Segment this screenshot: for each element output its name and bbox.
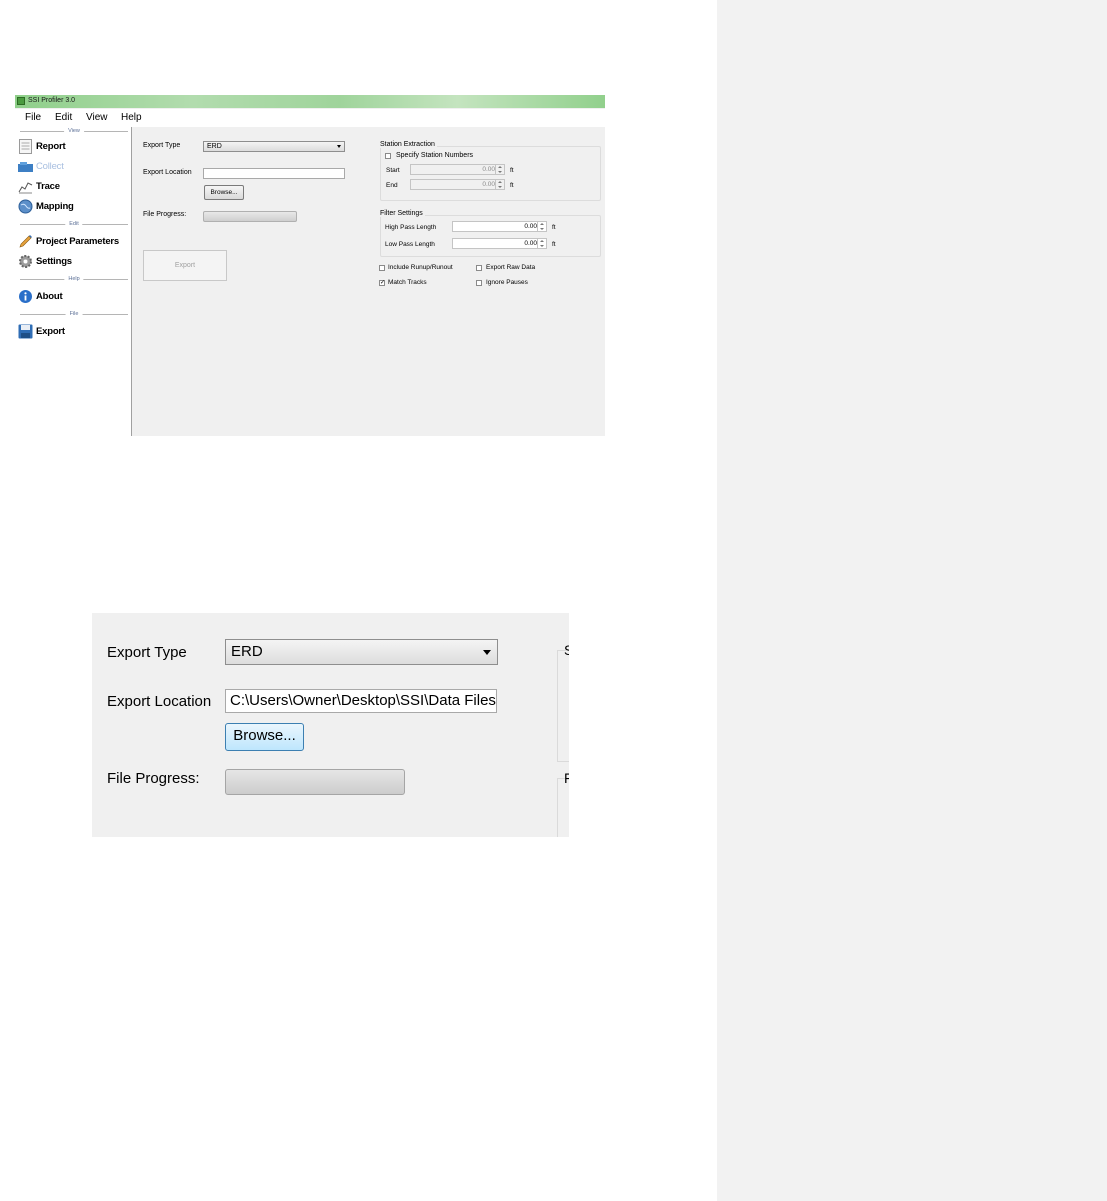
zoom-station-group-edge (557, 650, 569, 762)
file-progress-label: File Progress: (143, 211, 187, 218)
include-runup-checkbox[interactable] (379, 265, 385, 271)
ignore-pauses-label: Ignore Pauses (486, 279, 528, 286)
pencil-icon (19, 235, 32, 248)
low-pass-unit: ft (552, 241, 556, 248)
end-label: End (386, 182, 398, 189)
sidebar-item-label: Project Parameters (36, 236, 120, 247)
export-raw-data-checkbox[interactable] (476, 265, 482, 271)
ignore-pauses-checkbox[interactable] (476, 280, 482, 286)
sidebar-item-label: Mapping (36, 201, 74, 212)
export-type-label: Export Type (143, 142, 181, 149)
menu-bar: File Edit View Help (15, 109, 605, 127)
menu-file[interactable]: File (25, 112, 41, 123)
zoom-export-type-dropdown[interactable]: ERD (225, 639, 498, 665)
match-tracks-label: Match Tracks (388, 279, 427, 286)
low-pass-label: Low Pass Length (385, 241, 435, 248)
sidebar-item-export[interactable]: Export (18, 323, 128, 341)
zoomed-export-screenshot: Export Type ERD Export Location C:\Users… (92, 613, 569, 837)
section-separator-file: File (20, 310, 128, 319)
sidebar-item-label: Trace (36, 181, 60, 192)
app-icon (17, 97, 25, 105)
file-progress-bar (203, 211, 297, 222)
floppy-disk-icon (18, 324, 33, 339)
sidebar-item-label: Collect (36, 161, 64, 172)
menu-help[interactable]: Help (121, 112, 142, 123)
app-window-screenshot: SSI Profiler 3.0 File Edit View Help Vie… (15, 95, 605, 436)
zoom-export-location-input[interactable]: C:\Users\Owner\Desktop\SSI\Data Files\F (225, 689, 497, 713)
title-bar: SSI Profiler 3.0 (15, 95, 605, 108)
station-extraction-title: Station Extraction (380, 141, 437, 148)
section-separator-help: Help (20, 275, 128, 284)
export-location-label: Export Location (143, 169, 192, 176)
section-separator-view: View (20, 127, 128, 136)
high-pass-spinner[interactable]: 0.00 (452, 221, 547, 232)
filter-settings-title: Filter Settings (380, 210, 425, 217)
collect-icon (18, 162, 33, 172)
specify-station-numbers-checkbox[interactable] (385, 153, 391, 159)
low-pass-spinner[interactable]: 0.00 (452, 238, 547, 249)
sidebar-item-label: About (36, 291, 63, 302)
menu-view[interactable]: View (86, 112, 108, 123)
section-separator-edit: Edit (20, 220, 128, 229)
start-spinner: 0.00 (410, 164, 505, 175)
sidebar-item-label: Export (36, 326, 65, 337)
match-tracks-checkbox[interactable]: ✓ (379, 280, 385, 286)
export-type-dropdown[interactable]: ERD (203, 141, 345, 152)
include-runup-label: Include Runup/Runout (388, 264, 453, 271)
sidebar-item-mapping[interactable]: Mapping (18, 198, 128, 216)
export-button[interactable]: Export (143, 250, 227, 281)
sidebar-item-about[interactable]: About (18, 288, 128, 306)
side-panel (717, 0, 1107, 1201)
zoom-export-location-label: Export Location (107, 693, 212, 710)
export-location-input[interactable] (203, 168, 345, 179)
chevron-down-icon (337, 145, 341, 148)
export-panel: Export Type ERD Export Location Browse..… (132, 127, 605, 436)
high-pass-label: High Pass Length (385, 224, 437, 231)
sidebar-item-label: Report (36, 141, 66, 152)
report-icon (19, 139, 32, 154)
sidebar-item-settings[interactable]: Settings (18, 253, 128, 271)
menu-edit[interactable]: Edit (55, 112, 72, 123)
zoom-export-type-label: Export Type (107, 644, 187, 661)
trace-chart-icon (18, 182, 33, 194)
info-icon (19, 290, 32, 303)
sidebar-item-trace[interactable]: Trace (18, 178, 128, 196)
end-spinner: 0.00 (410, 179, 505, 190)
gear-icon (19, 255, 32, 268)
start-label: Start (386, 167, 400, 174)
chevron-down-icon (483, 650, 491, 655)
zoom-edge-char-s: S (564, 642, 569, 658)
sidebar-item-label: Settings (36, 256, 72, 267)
spin-arrows-icon (495, 165, 504, 174)
sidebar-item-collect[interactable]: Collect (18, 158, 128, 176)
spin-arrows-icon (537, 239, 546, 248)
end-unit: ft (510, 182, 514, 189)
zoom-browse-button[interactable]: Browse... (225, 723, 304, 751)
zoom-file-progress-bar (225, 769, 405, 795)
sidebar-item-project-parameters[interactable]: Project Parameters (18, 233, 128, 251)
spin-arrows-icon (537, 222, 546, 231)
export-raw-data-label: Export Raw Data (486, 264, 536, 271)
zoom-filter-group-edge (557, 778, 569, 837)
sidebar-item-report[interactable]: Report (18, 138, 128, 156)
zoom-edge-char-f: F (564, 770, 569, 786)
globe-icon (18, 199, 33, 214)
window-title: SSI Profiler 3.0 (28, 97, 76, 104)
spin-arrows-icon (495, 180, 504, 189)
high-pass-unit: ft (552, 224, 556, 231)
specify-station-numbers-label: Specify Station Numbers (396, 152, 474, 159)
zoom-file-progress-label: File Progress: (107, 770, 200, 787)
start-unit: ft (510, 167, 514, 174)
sidebar: View Report Collect Trace Mapping Edit P… (15, 127, 132, 436)
browse-button[interactable]: Browse... (204, 185, 244, 200)
